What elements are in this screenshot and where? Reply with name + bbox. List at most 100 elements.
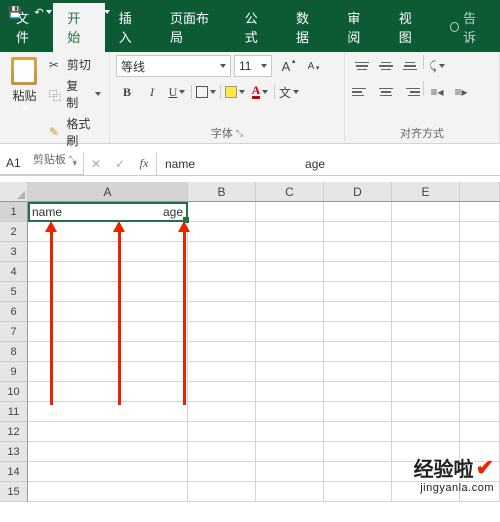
col-header-c[interactable]: C [256,182,324,201]
align-right-button[interactable] [399,81,421,103]
cell[interactable] [188,362,256,382]
col-header-e[interactable]: E [392,182,460,201]
align-middle-button[interactable] [375,55,397,77]
cell[interactable] [460,302,500,322]
row-header[interactable]: 2 [0,222,27,242]
copy-button[interactable]: 复制 [47,76,103,112]
cell[interactable] [392,302,460,322]
cut-button[interactable]: 剪切 [47,55,103,74]
cell[interactable] [256,262,324,282]
tab-data[interactable]: 数据 [282,3,333,52]
cell[interactable] [392,342,460,362]
cell[interactable] [188,342,256,362]
cell[interactable] [324,482,392,502]
cell[interactable] [28,422,188,442]
cell[interactable] [188,462,256,482]
cell[interactable] [392,242,460,262]
cell[interactable] [392,362,460,382]
cell[interactable] [256,322,324,342]
cell[interactable] [256,422,324,442]
cell[interactable] [256,402,324,422]
cell[interactable] [28,482,188,502]
cell[interactable] [324,402,392,422]
tell-me[interactable]: 告诉 [436,3,500,52]
cell[interactable] [324,302,392,322]
cell[interactable] [188,382,256,402]
cell[interactable] [28,462,188,482]
cell[interactable] [256,222,324,242]
cell[interactable] [324,462,392,482]
fill-color-button[interactable] [224,81,246,103]
italic-button[interactable]: I [141,81,163,103]
cell[interactable] [460,362,500,382]
row-header[interactable]: 4 [0,262,27,282]
bold-button[interactable]: B [116,81,138,103]
cell[interactable] [188,302,256,322]
cell[interactable] [188,282,256,302]
row-header[interactable]: 11 [0,402,27,422]
cell[interactable] [324,322,392,342]
cell[interactable] [392,282,460,302]
dialog-launcher-icon[interactable]: ⤡ [236,128,243,139]
cell[interactable] [188,322,256,342]
tab-review[interactable]: 审阅 [333,3,384,52]
font-color-button[interactable]: A [249,81,271,103]
row-header[interactable]: 9 [0,362,27,382]
confirm-edit-button[interactable]: ✓ [108,157,132,171]
cell[interactable] [392,422,460,442]
tab-home[interactable]: 开始 [53,3,104,52]
cell[interactable] [324,222,392,242]
name-box[interactable]: A1▾ [0,152,84,175]
cell[interactable] [460,262,500,282]
cell[interactable] [392,402,460,422]
cell[interactable] [460,402,500,422]
tab-formulas[interactable]: 公式 [231,3,282,52]
cell[interactable] [188,482,256,502]
cell[interactable] [256,442,324,462]
cell[interactable] [324,342,392,362]
cell[interactable] [188,222,256,242]
cell[interactable] [392,222,460,242]
cell[interactable] [256,462,324,482]
align-left-button[interactable] [351,81,373,103]
border-button[interactable] [195,81,217,103]
cell[interactable] [460,202,500,222]
paste-button[interactable]: 粘贴 [6,55,43,150]
select-all-corner[interactable] [0,182,28,202]
cell[interactable] [460,342,500,362]
tab-insert[interactable]: 插入 [105,3,156,52]
cell[interactable] [188,442,256,462]
underline-button[interactable]: U [166,81,188,103]
cell[interactable] [392,202,460,222]
row-header[interactable]: 10 [0,382,27,402]
cell[interactable] [324,262,392,282]
row-header[interactable]: 3 [0,242,27,262]
cell[interactable] [188,262,256,282]
cell[interactable] [324,442,392,462]
row-header[interactable]: 7 [0,322,27,342]
cell[interactable] [324,202,392,222]
col-header-d[interactable]: D [324,182,392,201]
row-header[interactable]: 14 [0,462,27,482]
cell[interactable] [188,422,256,442]
cell[interactable] [256,362,324,382]
tab-view[interactable]: 视图 [385,3,436,52]
row-header[interactable]: 1 [0,202,27,222]
orientation-button[interactable]: ⤹ [426,55,448,77]
cell[interactable] [460,382,500,402]
row-header[interactable]: 8 [0,342,27,362]
cell[interactable] [28,402,188,422]
cell[interactable] [256,302,324,322]
cancel-edit-button[interactable]: ✕ [84,157,108,171]
cell[interactable] [392,322,460,342]
insert-function-button[interactable]: fx [132,156,156,171]
cell[interactable] [324,282,392,302]
cell[interactable] [392,382,460,402]
increase-indent-button[interactable]: ≡▸ [450,81,472,103]
decrease-indent-button[interactable]: ≡◂ [426,81,448,103]
format-painter-button[interactable]: 格式刷 [47,114,103,150]
col-header-b[interactable]: B [188,182,256,201]
row-header[interactable]: 5 [0,282,27,302]
cell[interactable] [256,342,324,362]
cell[interactable] [188,402,256,422]
